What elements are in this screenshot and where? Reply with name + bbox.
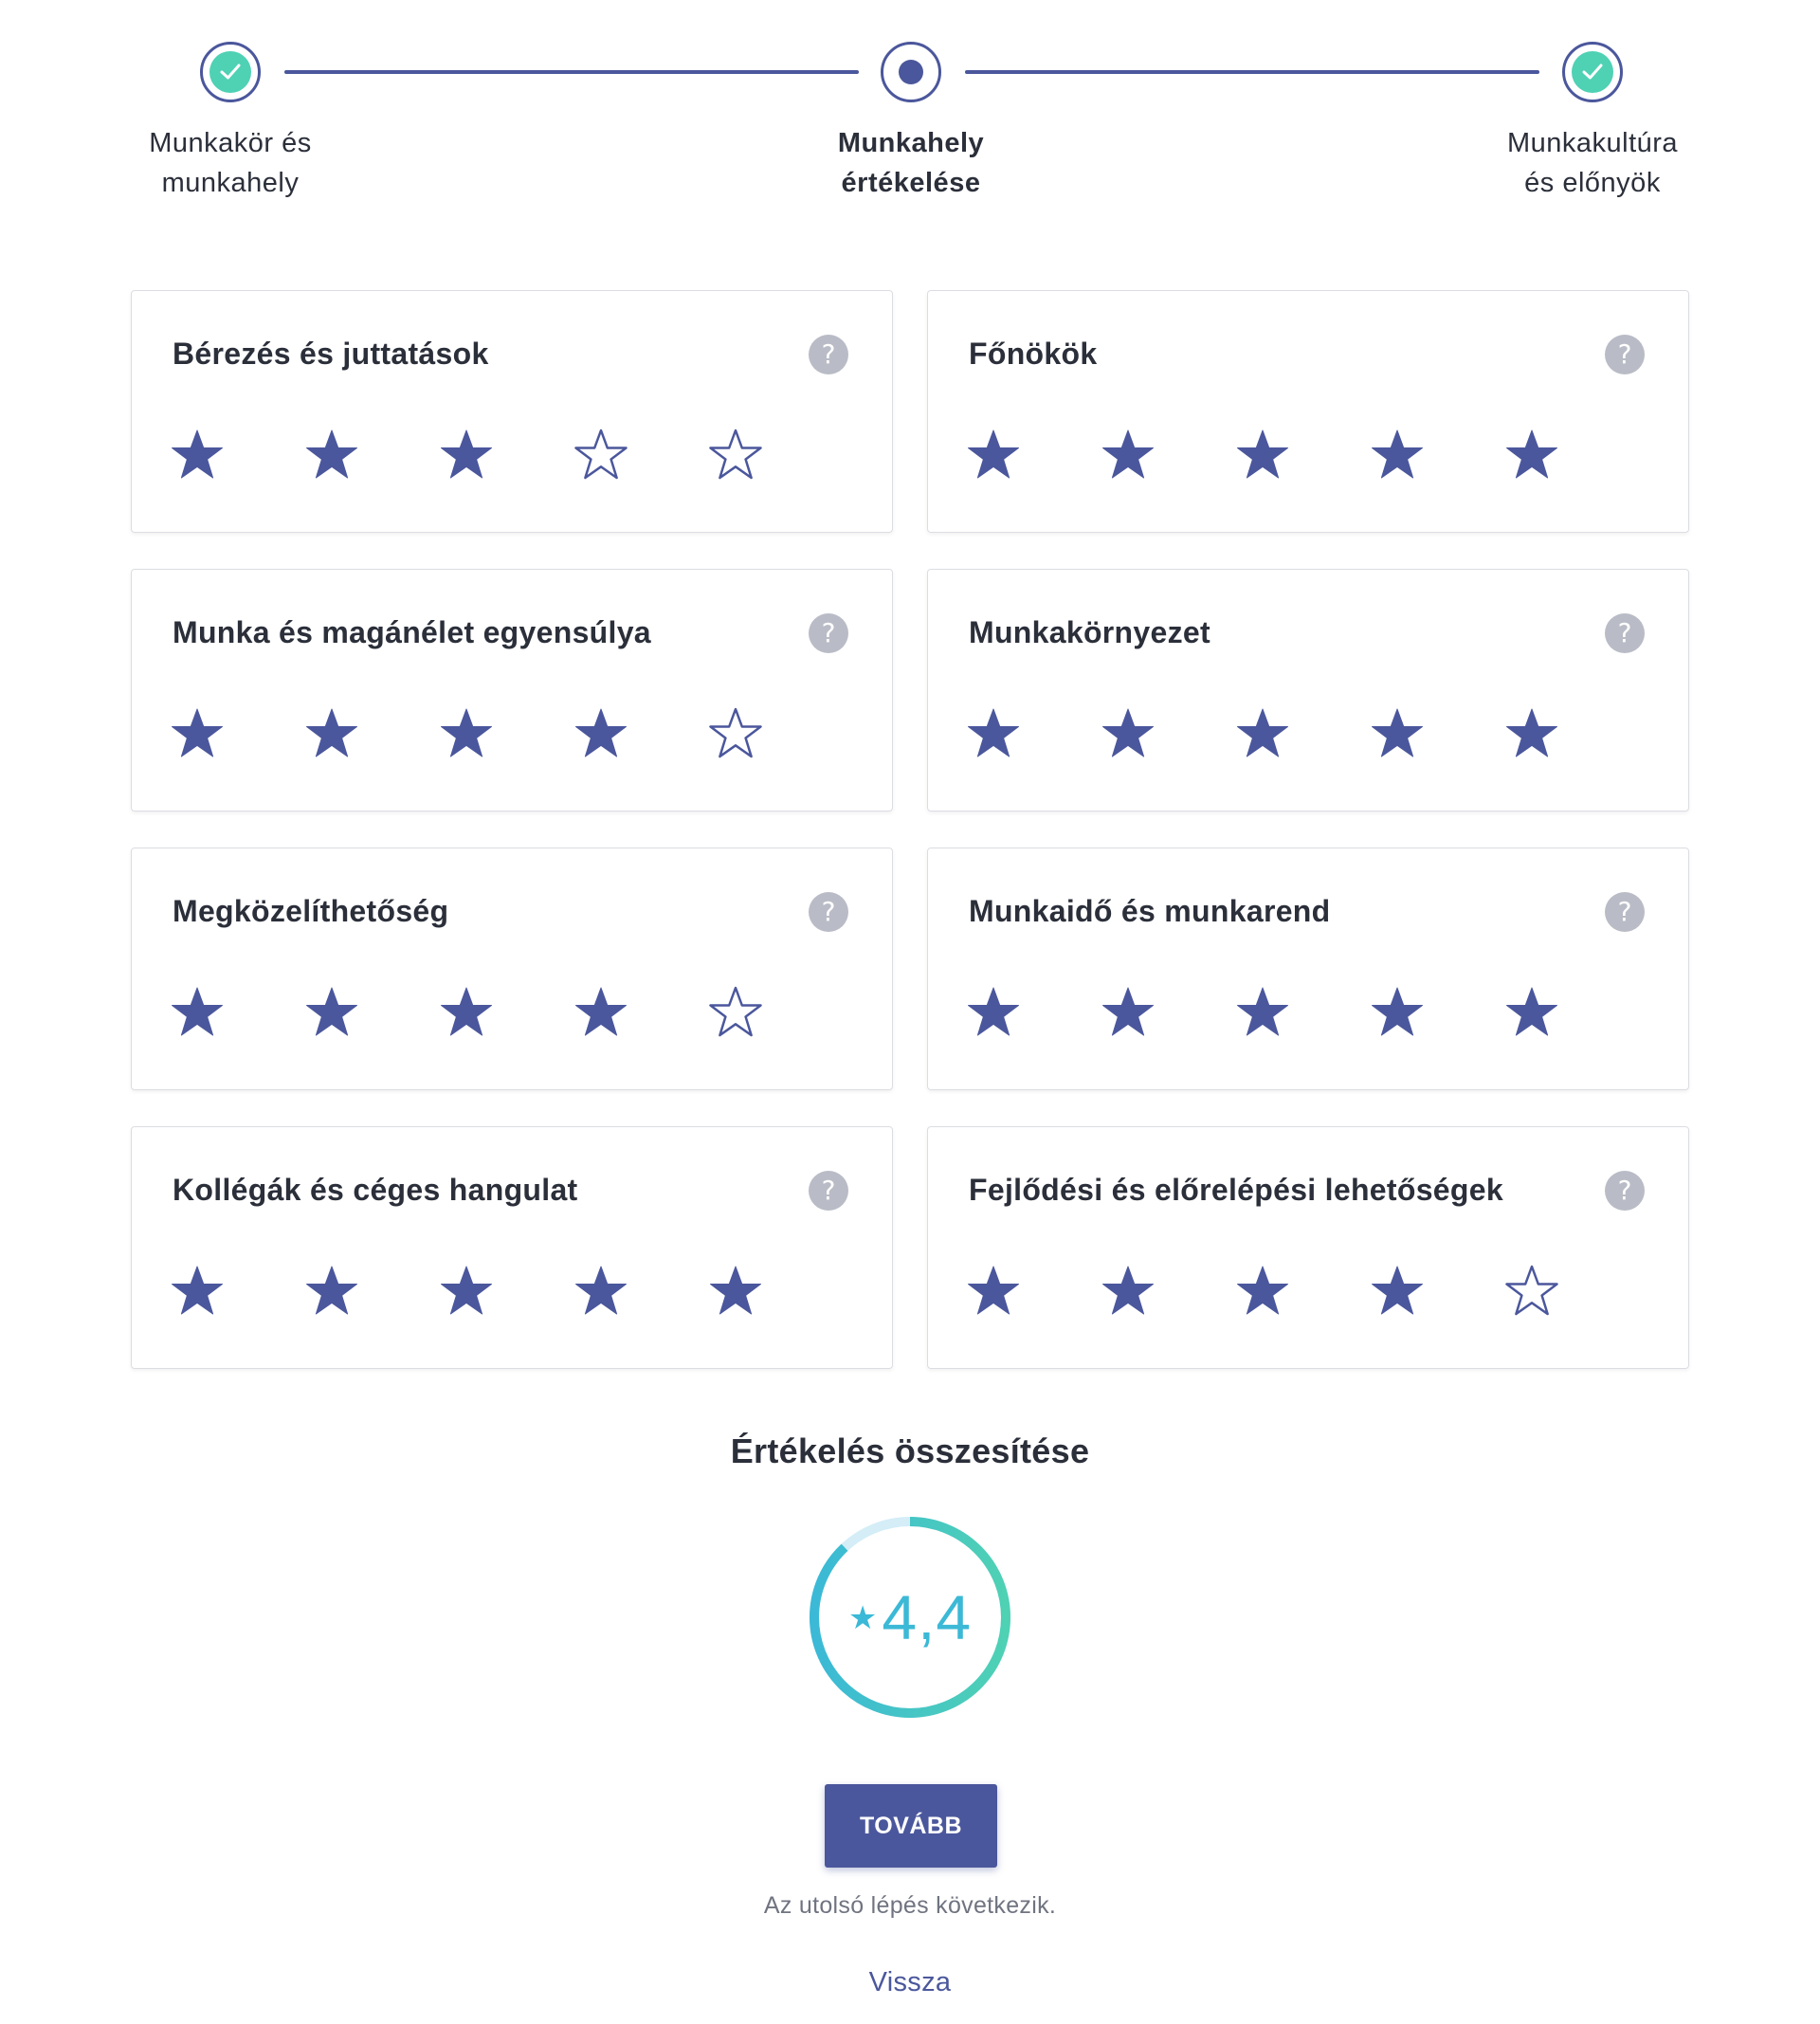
active-dot-icon [899, 60, 923, 84]
step-3-label-line1: Munkakultúra [1506, 128, 1679, 158]
star-filled-icon[interactable] [966, 706, 1021, 761]
help-icon[interactable]: ? [1605, 1171, 1645, 1211]
step-1-label-line1: Munkakör és [149, 128, 312, 158]
next-button[interactable]: TOVÁBB [825, 1784, 997, 1868]
star-empty-icon[interactable] [708, 706, 763, 761]
star-filled-icon[interactable] [1370, 706, 1425, 761]
star-filled-icon[interactable] [439, 985, 494, 1040]
star-filled-icon[interactable] [170, 1264, 225, 1319]
star-filled-icon[interactable] [439, 706, 494, 761]
stepper-connector-1 [284, 70, 859, 74]
star-empty-icon[interactable] [708, 428, 763, 483]
star-filled-icon[interactable] [1504, 706, 1559, 761]
star-filled-icon[interactable] [1235, 428, 1290, 483]
star-filled-icon[interactable] [966, 428, 1021, 483]
help-icon[interactable]: ? [809, 335, 848, 374]
rating-card-title: Munka és magánélet egyensúlya [173, 615, 651, 649]
rating-card: Munka és magánélet egyensúlya ? [131, 569, 893, 811]
rating-card-title: Főnökök [969, 337, 1098, 371]
star-filled-icon[interactable] [1235, 1264, 1290, 1319]
step-2-circle[interactable] [881, 42, 941, 102]
star-icon: ★ [847, 1600, 879, 1636]
rating-card-title: Munkaidő és munkarend [969, 894, 1331, 928]
score-number: 4,4 [882, 1582, 973, 1652]
star-filled-icon[interactable] [170, 428, 225, 483]
help-icon[interactable]: ? [1605, 335, 1645, 374]
rating-card-title: Munkakörnyezet [969, 615, 1210, 649]
star-filled-icon[interactable] [170, 706, 225, 761]
star-filled-icon[interactable] [966, 985, 1021, 1040]
step-1-circle[interactable] [200, 42, 261, 102]
step-2-label-line1: Munkahely [837, 128, 985, 158]
rating-card: Fejlődési és előrelépési lehetőségek ? [927, 1126, 1689, 1369]
help-icon[interactable]: ? [809, 613, 848, 653]
rating-card: Munkaidő és munkarend ? [927, 848, 1689, 1090]
star-filled-icon[interactable] [573, 985, 628, 1040]
rating-card: Megközelíthetőség ? [131, 848, 893, 1090]
star-filled-icon[interactable] [304, 985, 359, 1040]
rating-card-title: Bérezés és juttatások [173, 337, 489, 371]
star-filled-icon[interactable] [170, 985, 225, 1040]
step-1-label-line2: munkahely [161, 168, 300, 198]
next-step-hint: Az utolsó lépés következik. [763, 1892, 1057, 1919]
help-icon[interactable]: ? [1605, 892, 1645, 932]
rating-card: Bérezés és juttatások ? [131, 290, 893, 533]
help-icon[interactable]: ? [1605, 613, 1645, 653]
star-filled-icon[interactable] [1370, 1264, 1425, 1319]
help-icon[interactable]: ? [809, 892, 848, 932]
star-filled-icon[interactable] [439, 1264, 494, 1319]
back-link[interactable]: Vissza [0, 1967, 1820, 1998]
progress-stepper: Munkakör és munkahely Munkahely értékelé… [0, 0, 1820, 228]
star-filled-icon[interactable] [966, 1264, 1021, 1319]
star-filled-icon[interactable] [1370, 428, 1425, 483]
star-filled-icon[interactable] [1370, 985, 1425, 1040]
star-filled-icon[interactable] [304, 428, 359, 483]
step-3-circle[interactable] [1562, 42, 1623, 102]
summary-title: Értékelés összesítése [730, 1431, 1090, 1470]
star-filled-icon[interactable] [573, 706, 628, 761]
rating-card: Kollégák és céges hangulat ? [131, 1126, 893, 1369]
step-2-label: Munkahely értékelése [788, 123, 1034, 203]
star-filled-icon[interactable] [304, 706, 359, 761]
star-filled-icon[interactable] [1235, 706, 1290, 761]
star-filled-icon[interactable] [439, 428, 494, 483]
star-filled-icon[interactable] [1101, 985, 1156, 1040]
help-icon[interactable]: ? [809, 1171, 848, 1211]
step-2-label-line2: értékelése [841, 168, 981, 198]
star-filled-icon[interactable] [1504, 985, 1559, 1040]
score-value: ★ 4,4 [806, 1513, 1014, 1722]
score-gauge: ★ 4,4 [806, 1513, 1014, 1722]
stepper-connector-2 [965, 70, 1539, 74]
rating-card-title: Kollégák és céges hangulat [173, 1173, 578, 1207]
check-icon [1572, 51, 1613, 93]
rating-card: Munkakörnyezet ? [927, 569, 1689, 811]
check-icon [209, 51, 251, 93]
star-filled-icon[interactable] [1101, 706, 1156, 761]
star-filled-icon[interactable] [1101, 1264, 1156, 1319]
star-empty-icon[interactable] [1504, 1264, 1559, 1319]
step-3-label-line2: és előnyök [1524, 168, 1661, 198]
rating-card-title: Megközelíthetőség [173, 894, 449, 928]
star-filled-icon[interactable] [1235, 985, 1290, 1040]
star-empty-icon[interactable] [573, 428, 628, 483]
star-filled-icon[interactable] [1504, 428, 1559, 483]
rating-card-title: Fejlődési és előrelépési lehetőségek [969, 1173, 1503, 1207]
star-empty-icon[interactable] [708, 985, 763, 1040]
star-filled-icon[interactable] [708, 1264, 763, 1319]
step-3-label: Munkakultúra és előnyök [1469, 123, 1716, 203]
step-1-label: Munkakör és munkahely [107, 123, 354, 203]
star-filled-icon[interactable] [304, 1264, 359, 1319]
star-filled-icon[interactable] [1101, 428, 1156, 483]
rating-card: Főnökök ? [927, 290, 1689, 533]
star-filled-icon[interactable] [573, 1264, 628, 1319]
